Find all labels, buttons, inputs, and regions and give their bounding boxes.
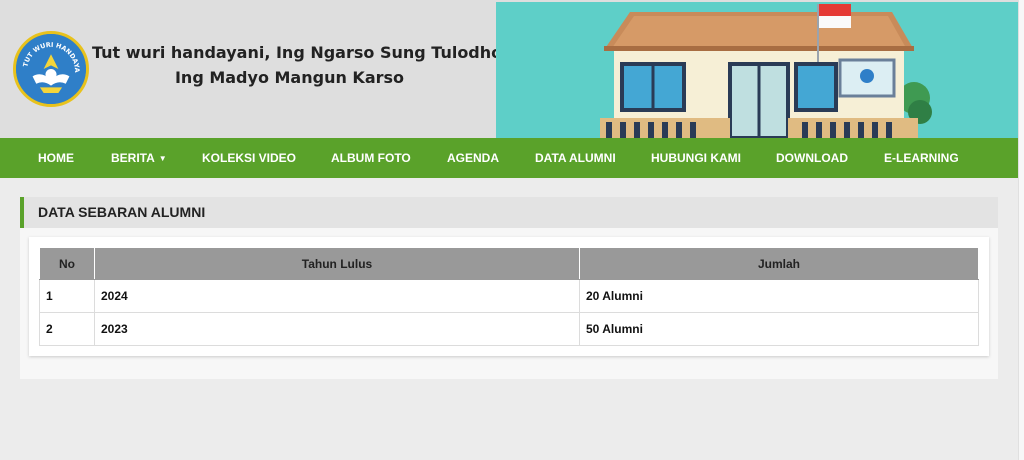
header-jumlah: Jumlah [579,247,979,280]
cell-no: 2 [39,312,95,346]
school-motto: Tut wuri handayani, Ing Ngarso Sung Tulo… [92,40,503,90]
table-card: No Tahun Lulus Jumlah 1 2024 20 Alumni 2… [29,237,989,356]
cell-tahun-lulus: 2024 [94,279,580,313]
motto-line-1: Tut wuri handayani, Ing Ngarso Sung Tulo… [92,43,503,62]
header-tahun-lulus: Tahun Lulus [94,247,580,280]
panel-header: DATA SEBARAN ALUMNI [20,197,998,228]
tut-wuri-handayani-logo[interactable]: TUT WURI HANDAYANI [13,31,89,107]
table-row: 1 2024 20 Alumni [39,279,979,313]
table-header-row: No Tahun Lulus Jumlah [39,247,979,280]
caret-down-icon: ▼ [158,153,167,163]
nav-hubungi-kami[interactable]: HUBUNGI KAMI [651,138,741,178]
cell-jumlah: 50 Alumni [579,312,979,346]
nav-album-foto[interactable]: ALBUM FOTO [331,138,411,178]
cell-tahun-lulus: 2023 [94,312,580,346]
cell-no: 1 [39,279,95,313]
nav-download[interactable]: DOWNLOAD [776,138,848,178]
alumni-table: No Tahun Lulus Jumlah 1 2024 20 Alumni 2… [39,247,979,346]
main-navigation: HOME BERITA ▼ KOLEKSI VIDEO ALBUM FOTO AG… [0,138,1018,178]
alumni-panel: DATA SEBARAN ALUMNI No Tahun Lulus Jumla… [20,197,998,379]
nav-home[interactable]: HOME [38,138,74,178]
browser-edge [1018,0,1024,460]
nav-agenda[interactable]: AGENDA [447,138,499,178]
page: TUT WURI HANDAYANI Tut wuri handayani, I… [0,0,1018,460]
nav-data-alumni[interactable]: DATA ALUMNI [535,138,616,178]
nav-koleksi-video[interactable]: KOLEKSI VIDEO [202,138,296,178]
nav-berita[interactable]: BERITA ▼ [111,138,167,178]
cell-jumlah: 20 Alumni [579,279,979,313]
school-icon [496,2,1018,138]
nav-e-learning[interactable]: E-LEARNING [884,138,959,178]
motto-line-2: Ing Madyo Mangun Karso [174,68,405,87]
school-building-illustration [496,2,1018,138]
header-no: No [39,247,95,280]
emblem-icon: TUT WURI HANDAYANI [16,34,86,104]
table-row: 2 2023 50 Alumni [39,312,979,346]
page-title: DATA SEBARAN ALUMNI [38,204,206,220]
